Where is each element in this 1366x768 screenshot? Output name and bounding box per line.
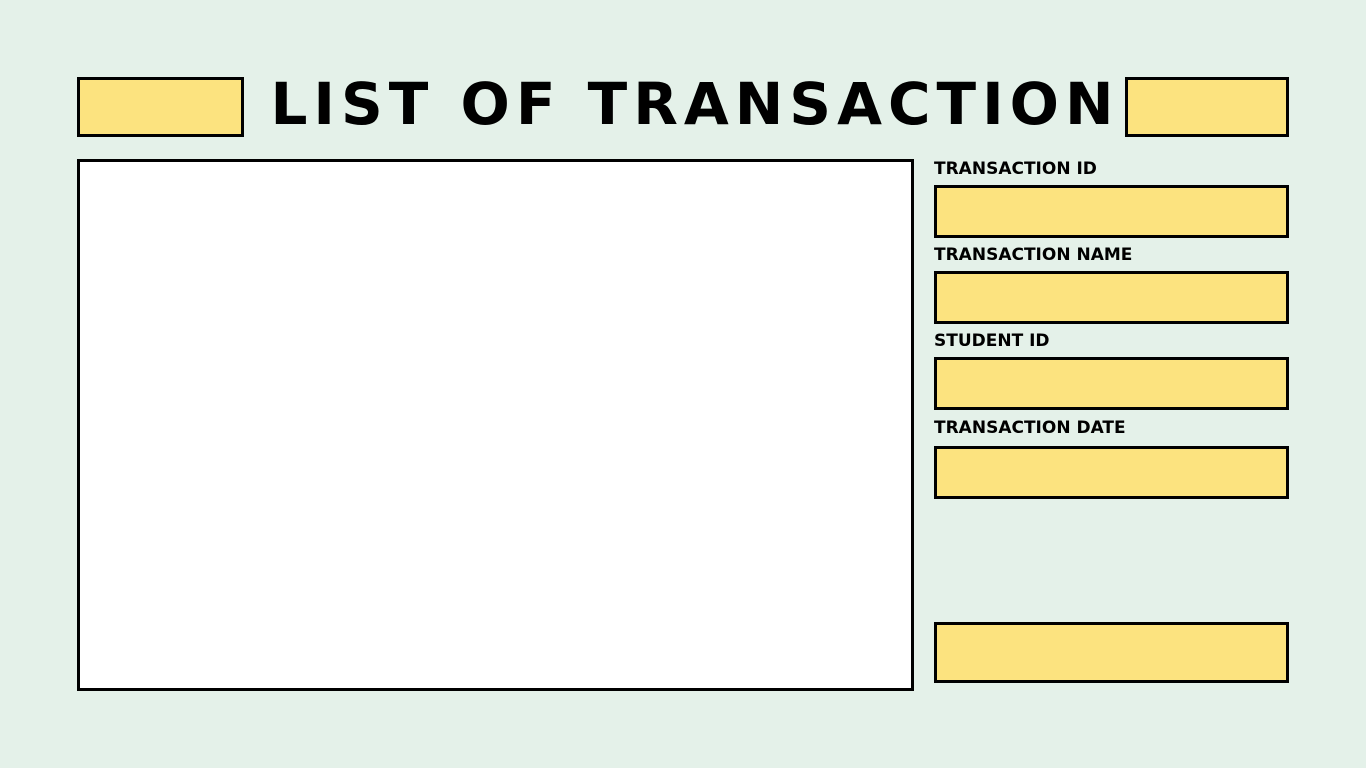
transaction-page: LIST OF TRANSACTION TRANSACTION ID TRANS… (0, 0, 1366, 768)
transaction-id-input[interactable] (934, 185, 1289, 238)
header-left-button[interactable] (77, 77, 244, 137)
transaction-date-label: TRANSACTION DATE (934, 418, 1126, 438)
submit-button[interactable] (934, 622, 1289, 683)
student-id-input[interactable] (934, 357, 1289, 410)
page-title: LIST OF TRANSACTION (270, 70, 1120, 138)
transaction-date-input[interactable] (934, 446, 1289, 499)
transaction-id-label: TRANSACTION ID (934, 159, 1097, 179)
header-right-button[interactable] (1125, 77, 1289, 137)
transaction-name-label: TRANSACTION NAME (934, 245, 1133, 265)
transaction-list-panel[interactable] (77, 159, 914, 691)
student-id-label: STUDENT ID (934, 331, 1050, 351)
transaction-name-input[interactable] (934, 271, 1289, 324)
